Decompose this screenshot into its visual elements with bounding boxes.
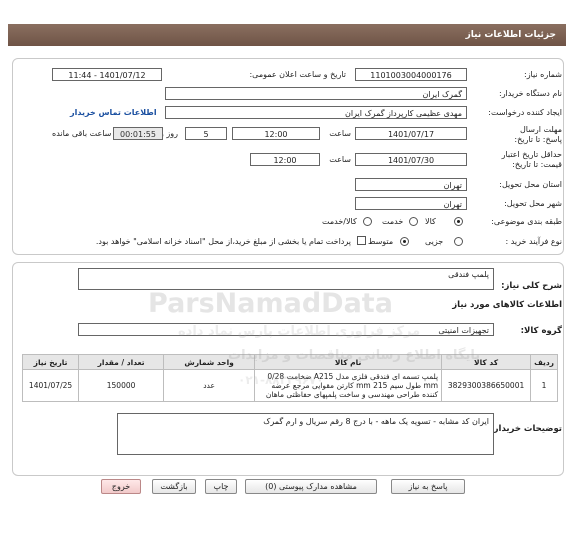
deadline-date-field: 1401/07/17 <box>355 127 467 140</box>
min-price-time-label: ساعت <box>329 155 351 164</box>
table-row: 1 3829300386650001 پلمپ تسمه ای فندقی فل… <box>21 369 558 402</box>
days-field: 5 <box>185 127 227 140</box>
announce-label: تاریخ و ساعت اعلان عمومی: <box>249 70 346 79</box>
min-price-label: حداقل تاریخ اعتبار قیمت: تا تاریخ: <box>501 150 562 169</box>
back-button[interactable]: بازگشت <box>152 479 196 494</box>
treasury-payment-note: پرداخت تمام یا بخشی از مبلغ خرید،از محل … <box>95 237 351 246</box>
goods-section-title: اطلاعات کالاهای مورد نیاز <box>452 300 562 310</box>
category-option-goods: کالا <box>425 217 436 226</box>
exit-button[interactable]: خروج <box>101 479 141 494</box>
summary-field: پلمپ فندقی <box>78 268 494 290</box>
min-price-time-field: 12:00 <box>250 153 320 166</box>
deadline-label: مهلت ارسال پاسخ: تا تاریخ: <box>514 125 562 144</box>
col-unit: واحد شمارش <box>163 354 256 370</box>
goods-group-label: گروه کالا: <box>520 326 562 336</box>
col-row: ردیف <box>530 354 558 370</box>
page-title-bar: جزئیات اطلاعات نیاز <box>8 24 566 46</box>
reply-button[interactable]: پاسخ به نیاز <box>391 479 465 494</box>
col-name: نام کالا <box>254 354 443 370</box>
cell-unit: عدد <box>163 369 256 402</box>
goods-table-header: ردیف کد کالا نام کالا واحد شمارش تعداد /… <box>21 354 558 370</box>
buyer-notes-field: ایران کد مشابه - تسویه یک ماهه - با درج … <box>117 413 494 455</box>
announce-field: 1401/07/12 - 11:44 <box>52 68 162 81</box>
need-number-field: 1101003004000176 <box>355 68 467 81</box>
goods-group-field: تجهیزات امنیتی <box>78 323 494 336</box>
contact-info-link[interactable]: اطلاعات تماس خریدار <box>70 108 157 117</box>
city-field: تهران <box>355 197 467 210</box>
cell-row: 1 <box>530 369 558 402</box>
deadline-time-field: 12:00 <box>232 127 320 140</box>
col-date: تاریخ نیاز <box>21 354 80 370</box>
category-option-goods-service: کالا/خدمت <box>322 217 357 226</box>
category-option-service: خدمت <box>382 217 404 226</box>
print-button[interactable]: چاپ <box>205 479 237 494</box>
summary-label: شرح کلی نیاز: <box>501 281 562 291</box>
min-price-date-field: 1401/07/30 <box>355 153 467 166</box>
deadline-time-label: ساعت <box>329 129 351 138</box>
col-qty: تعداد / مقدار <box>78 354 165 370</box>
process-option-minor: جزیی <box>425 237 444 246</box>
cell-qty: 150000 <box>78 369 165 402</box>
buyer-org-label: نام دستگاه خریدار: <box>499 89 562 98</box>
treasury-payment-checkbox[interactable] <box>357 236 366 245</box>
process-option-medium: متوسط <box>368 237 394 246</box>
col-code: کد کالا <box>441 354 532 370</box>
cell-name: پلمپ تسمه ای فندقی فلزی مدل A215 ضخامت 0… <box>254 369 443 402</box>
attachments-button[interactable]: مشاهده مدارک پیوستی (0) <box>245 479 377 494</box>
goods-table: ردیف کد کالا نام کالا واحد شمارش تعداد /… <box>21 354 558 402</box>
cell-code: 3829300386650001 <box>441 369 532 402</box>
buyer-notes-label: توضیحات خریدار: <box>490 424 562 434</box>
process-radio-medium[interactable] <box>400 237 409 246</box>
province-label: استان محل تحویل: <box>499 180 562 189</box>
process-radio-minor[interactable] <box>454 237 463 246</box>
category-radio-goods[interactable] <box>454 217 463 226</box>
process-label: نوع فرآیند خرید : <box>505 237 562 246</box>
creator-label: ایجاد کننده درخواست: <box>488 108 562 117</box>
city-label: شهر محل تحویل: <box>504 199 562 208</box>
remaining-time-label: ساعت باقی مانده <box>52 129 112 138</box>
buyer-org-field: گمرک ایران <box>165 87 467 100</box>
category-radio-service[interactable] <box>409 217 418 226</box>
category-radio-goods-service[interactable] <box>363 217 372 226</box>
province-field: تهران <box>355 178 467 191</box>
cell-date: 1401/07/25 <box>21 369 80 402</box>
creator-field: مهدی عظیمی کارپرداز گمرک ایران <box>165 106 467 119</box>
need-number-label: شماره نیاز: <box>524 70 562 79</box>
page-title: جزئیات اطلاعات نیاز <box>465 30 556 40</box>
category-label: طبقه بندی موضوعی: <box>491 217 562 226</box>
remaining-time-field: 00:01:55 <box>113 127 163 140</box>
